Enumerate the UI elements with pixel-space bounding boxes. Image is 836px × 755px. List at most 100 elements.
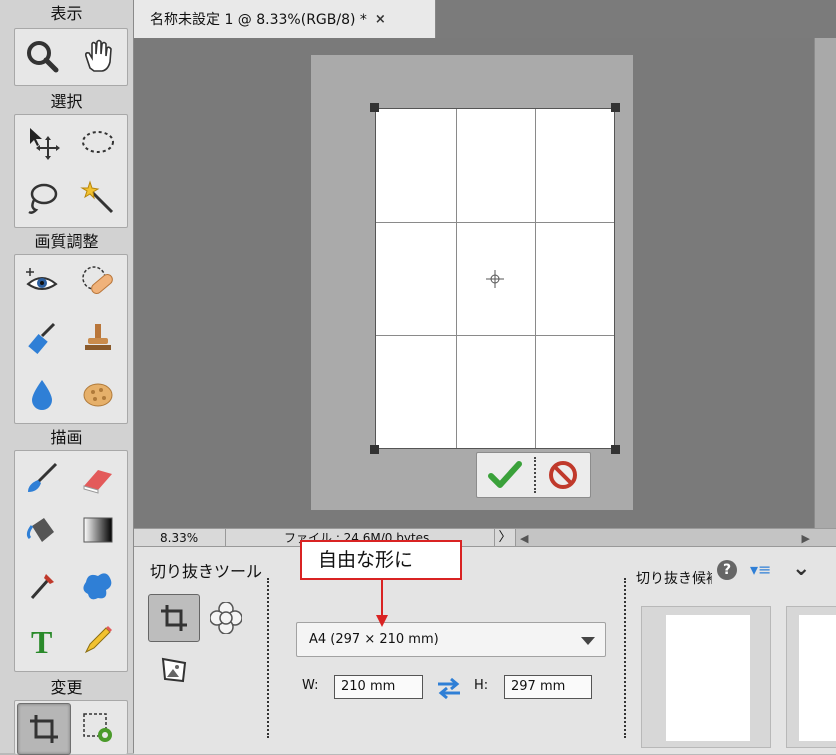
bandage-icon — [82, 266, 113, 294]
lasso-icon — [28, 183, 58, 214]
smart-brush-icon — [28, 322, 56, 354]
crop-suggestions-title: 切り抜き候補 — [636, 571, 712, 587]
water-drop-icon — [32, 380, 52, 410]
eraser-icon — [83, 470, 112, 494]
flower-shape-icon — [210, 602, 242, 634]
help-icon[interactable]: ? — [717, 560, 737, 580]
commit-button[interactable] — [480, 456, 530, 494]
thumbnail-page — [799, 615, 836, 741]
crop-mode-button[interactable] — [148, 594, 200, 642]
paint-bucket-tool[interactable] — [19, 507, 65, 553]
tab-bar-empty — [436, 0, 836, 39]
crop-icon — [161, 605, 187, 631]
swap-icon[interactable] — [436, 676, 462, 700]
crop-tool[interactable] — [17, 703, 71, 755]
move-tool[interactable] — [19, 119, 65, 165]
crop-suggestion-thumbnail[interactable] — [786, 606, 836, 748]
vertical-scrollbar[interactable] — [814, 38, 836, 528]
status-bar: 8.33% ファイル : 24.6M/0 bytes 〉 ◀ ▶ — [134, 528, 836, 547]
cancel-button[interactable] — [539, 456, 587, 494]
magic-wand-tool[interactable] — [75, 175, 121, 221]
height-label: H: — [474, 678, 489, 693]
crop-handle-top-right[interactable] — [611, 103, 620, 112]
width-label: W: — [302, 678, 319, 693]
pencil-tool[interactable] — [75, 617, 121, 663]
annotation-arrow — [376, 579, 388, 627]
hand-tool[interactable] — [75, 33, 121, 79]
section-title-select: 選択 — [50, 92, 83, 111]
height-field[interactable]: 297 mm — [504, 675, 592, 699]
zoom-tool[interactable] — [19, 33, 65, 79]
horizontal-scrollbar[interactable]: ◀ ▶ — [516, 529, 836, 547]
custom-shape-tool[interactable] — [75, 563, 121, 609]
paintbrush-icon — [28, 462, 58, 492]
crosshair-icon — [486, 270, 504, 288]
commit-separator — [534, 457, 536, 493]
move-arrow-icon — [30, 128, 60, 160]
hand-icon — [85, 39, 112, 72]
recompose-tool[interactable] — [75, 705, 121, 751]
magic-wand-icon — [80, 180, 114, 214]
document-tab-title: 名称未設定 1 @ 8.33%(RGB/8) * — [150, 12, 367, 28]
paint-bucket-icon — [26, 518, 54, 542]
tool-group-draw: T — [14, 450, 128, 672]
gradient-tool[interactable] — [75, 507, 121, 553]
pencil-icon — [84, 626, 112, 654]
section-title-enhance: 画質調整 — [34, 232, 99, 251]
crop-suggestion-thumbnail[interactable] — [641, 606, 771, 748]
chevron-down-icon — [581, 637, 595, 645]
perspective-crop-button[interactable] — [156, 652, 192, 688]
section-title-view: 表示 — [50, 4, 83, 23]
type-tool[interactable]: T — [19, 617, 65, 663]
collapse-chevron-icon[interactable]: ⌄ — [792, 556, 810, 581]
crop-commit-bar — [476, 452, 591, 498]
scroll-right-icon[interactable]: ▶ — [802, 532, 810, 545]
zoom-level[interactable]: 8.33% — [134, 529, 226, 547]
section-title-draw: 描画 — [50, 428, 83, 447]
panel-menu-icon[interactable]: ▾≡ — [750, 560, 771, 579]
tool-group-view — [14, 28, 128, 86]
status-menu-arrow[interactable]: 〉 — [494, 529, 516, 547]
tool-group-select — [14, 114, 128, 228]
cookie-cutter-button[interactable] — [206, 598, 246, 638]
crop-handle-top-left[interactable] — [370, 103, 379, 112]
spot-healing-tool[interactable] — [75, 259, 121, 305]
marquee-tool[interactable] — [75, 119, 121, 165]
close-tab-icon[interactable]: × — [375, 12, 386, 27]
eye-icon — [26, 268, 58, 290]
preset-select-value: A4 (297 × 210 mm) — [309, 632, 439, 647]
eyedropper-icon — [30, 574, 54, 599]
magnifier-icon — [27, 41, 59, 73]
blur-tool[interactable] — [19, 371, 65, 417]
lasso-tool[interactable] — [19, 175, 65, 221]
annotation-callout: 自由な形に — [300, 540, 462, 580]
document-tab[interactable]: 名称未設定 1 @ 8.33%(RGB/8) * × — [134, 0, 436, 38]
sponge-tool[interactable] — [75, 371, 121, 417]
scroll-left-icon[interactable]: ◀ — [520, 532, 528, 545]
eyedropper-tool[interactable] — [19, 563, 65, 609]
recompose-gear-icon — [83, 713, 112, 742]
shape-blob-icon — [83, 573, 112, 600]
perspective-crop-icon — [161, 657, 187, 683]
clone-stamp-tool[interactable] — [75, 315, 121, 361]
tool-options-title: 切り抜きツール — [150, 562, 263, 581]
brush-tool[interactable] — [19, 455, 65, 501]
thumbnail-page — [666, 615, 750, 741]
grid-line — [535, 109, 536, 448]
grid-line — [456, 109, 457, 448]
checkmark-icon — [488, 461, 522, 488]
divider — [624, 578, 626, 738]
crop-handle-bottom-left[interactable] — [370, 445, 379, 454]
preset-select[interactable]: A4 (297 × 210 mm) — [296, 622, 606, 657]
divider — [267, 578, 269, 738]
tool-group-modify — [14, 700, 128, 755]
grid-line — [376, 222, 614, 223]
gradient-icon — [83, 517, 113, 543]
type-t-icon: T — [31, 624, 52, 658]
crop-handle-bottom-right[interactable] — [611, 445, 620, 454]
red-eye-tool[interactable] — [19, 259, 65, 305]
width-field[interactable]: 210 mm — [334, 675, 423, 699]
eraser-tool[interactable] — [75, 455, 121, 501]
smart-brush-tool[interactable] — [19, 315, 65, 361]
stamp-icon — [85, 324, 111, 350]
